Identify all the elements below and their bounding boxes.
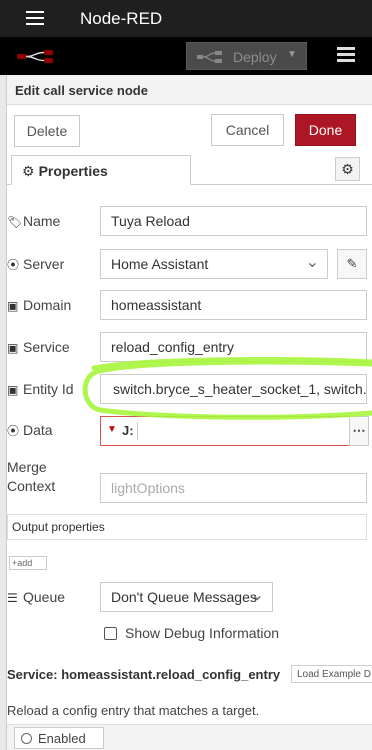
tab-bar: ⚙ Properties ⚙ <box>7 155 372 185</box>
merge-context-label: Merge Context <box>7 459 55 494</box>
editor-tray: Edit call service node Delete Cancel Don… <box>0 75 372 750</box>
json-type-symbol: J: <box>122 423 134 438</box>
data-typed-input[interactable]: ▼ J: <box>100 416 350 446</box>
deploy-label: Deploy <box>233 49 277 65</box>
entity-id-input[interactable]: switch.bryce_s_heater_socket_1, switch.t <box>100 374 367 404</box>
entity-id-label-text: Entity Id <box>23 381 74 397</box>
edit-server-pencil-icon[interactable]: ✎ <box>337 249 367 279</box>
queue-select[interactable]: Don't Queue Messages <box>100 582 273 612</box>
dot-circle-icon: ⦿ <box>7 258 20 272</box>
load-example-button[interactable]: Load Example D <box>291 665 372 683</box>
gear-icon: ⚙ <box>22 163 35 179</box>
tab-properties[interactable]: ⚙ Properties <box>11 155 191 185</box>
cube-icon: ▣ <box>7 383 19 397</box>
tab-properties-label: Properties <box>38 163 108 179</box>
server-label: ⦿ Server <box>7 256 64 273</box>
show-debug-checkbox[interactable] <box>104 627 117 640</box>
enabled-label: Enabled <box>38 731 86 746</box>
list-icon: ☰ <box>7 591 18 605</box>
cube-icon: ▣ <box>7 299 19 313</box>
node-red-logo-icon <box>17 50 53 63</box>
output-properties-section: Output properties <box>7 514 367 540</box>
deploy-button[interactable]: Deploy ▼ <box>186 42 307 70</box>
main-menu-icon[interactable] <box>337 47 355 63</box>
domain-label-text: Domain <box>23 297 72 313</box>
service-info-title: Service: homeassistant.reload_config_ent… <box>7 667 281 682</box>
merge-context-placeholder: lightOptions <box>111 480 185 496</box>
cube-icon: ▣ <box>7 341 19 355</box>
typed-input-divider <box>137 422 138 440</box>
cancel-button[interactable]: Cancel <box>211 114 284 146</box>
merge-context-label-line1: Merge <box>7 459 47 475</box>
queue-label-text: Queue <box>23 589 66 605</box>
entity-id-label: ▣ Entity Id <box>7 381 74 397</box>
enabled-toggle-button[interactable]: Enabled <box>14 727 104 749</box>
hamburger-menu-icon[interactable] <box>26 11 44 25</box>
tray-footer: Enabled <box>7 724 372 750</box>
merge-context-label-line2: Context <box>7 478 56 494</box>
name-label: 🏷Name <box>7 213 60 229</box>
delete-button[interactable]: Delete <box>14 115 80 147</box>
add-label: add <box>17 558 33 568</box>
settings-gear-icon[interactable]: ⚙ <box>335 157 360 181</box>
data-label: ⦿ Data <box>7 422 53 439</box>
data-label-text: Data <box>23 422 53 438</box>
circle-icon <box>21 733 32 744</box>
expand-editor-ellipsis-icon[interactable]: ⋯ <box>349 416 369 446</box>
service-input[interactable]: reload_config_entry <box>100 332 367 362</box>
domain-input[interactable]: homeassistant <box>100 290 367 320</box>
done-button[interactable]: Done <box>295 114 356 146</box>
tray-title: Edit call service node <box>7 75 372 105</box>
server-select[interactable]: Home Assistant <box>100 249 328 279</box>
service-description: Reload a config entry that matches a tar… <box>7 703 260 718</box>
name-label-text: Name <box>23 213 61 229</box>
app-title: Node-RED <box>80 9 163 28</box>
queue-label: ☰ Queue <box>7 589 65 605</box>
merge-context-input[interactable]: lightOptions <box>100 473 367 503</box>
add-output-property-button[interactable]: +add <box>9 556 47 570</box>
show-debug-label: Show Debug Information <box>125 625 280 641</box>
dot-circle-icon: ⦿ <box>7 424 20 438</box>
type-dropdown-caret-icon[interactable]: ▼ <box>107 424 117 435</box>
edit-panel: Edit call service node Delete Cancel Don… <box>6 75 372 750</box>
server-label-text: Server <box>23 256 65 272</box>
node-red-header: Deploy ▼ <box>0 37 372 75</box>
name-input[interactable]: Tuya Reload <box>100 206 367 236</box>
domain-label: ▣ Domain <box>7 297 71 313</box>
service-label: ▣ Service <box>7 339 70 355</box>
service-label-text: Service <box>23 339 70 355</box>
deploy-dropdown-caret-icon[interactable]: ▼ <box>287 49 297 60</box>
tag-icon: 🏷 <box>7 215 23 229</box>
deploy-icon <box>197 51 222 63</box>
app-bar: Node-RED <box>0 0 372 37</box>
